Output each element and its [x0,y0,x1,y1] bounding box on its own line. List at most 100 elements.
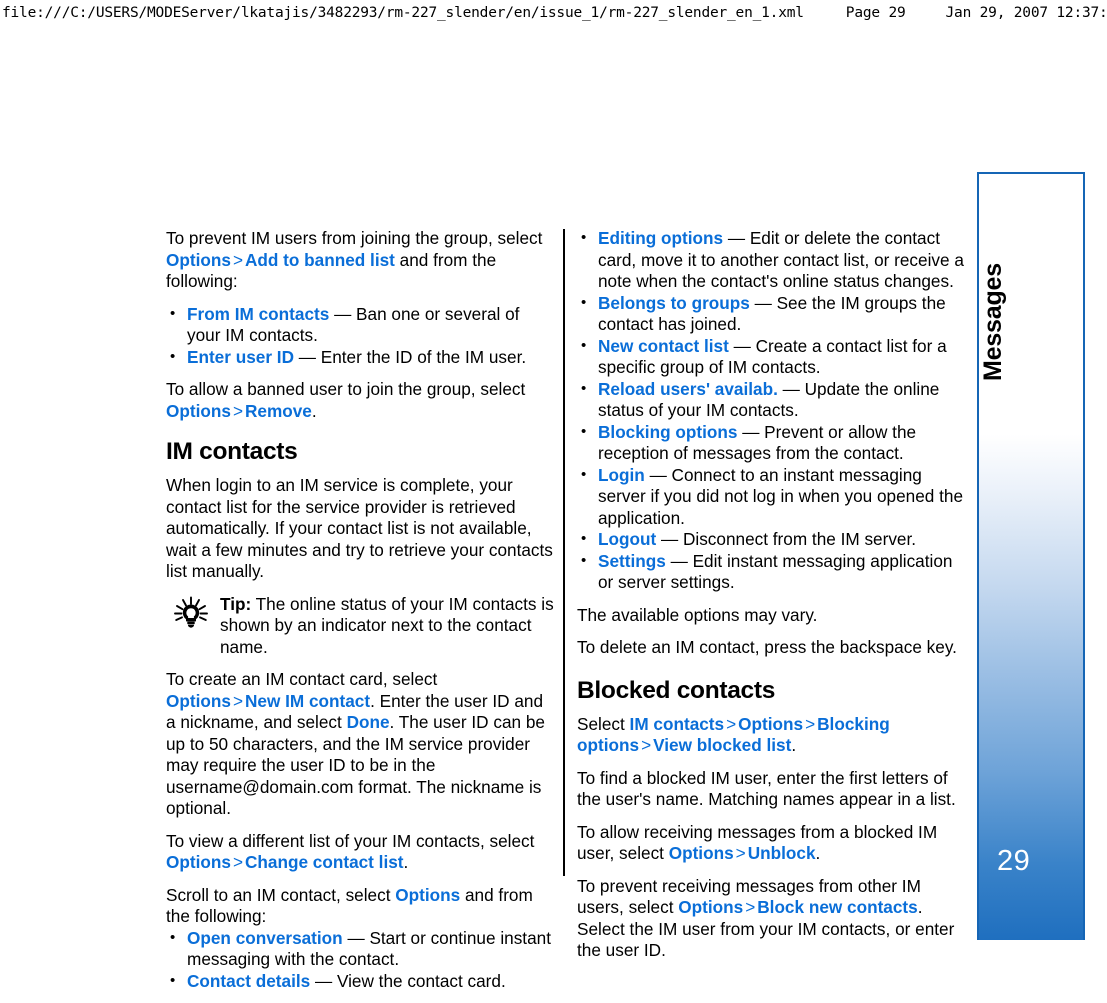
ui-label-options: Options [166,690,231,711]
list-item: Login — Connect to an instant messaging … [577,464,969,530]
tip-callout: Tip: The online status of your IM contac… [166,594,555,659]
list-item: Reload users' availab. — Update the onli… [577,378,969,422]
ui-label-contact-details: Contact details [187,970,311,991]
text-run: To prevent IM users from joining the gro… [166,228,543,248]
ui-label-new-contact-list: New contact list [598,335,729,356]
paragraph-allow-receiving: To allow receiving messages from a block… [577,822,969,865]
chapter-margin-tab: Messages 29 [977,172,1085,940]
ui-label-remove: Remove [244,400,312,421]
print-header-page: Page 29 [845,5,906,21]
tip-label: Tip: [220,593,252,614]
text-run: . [311,400,317,421]
menu-separator-icon: > [735,843,746,863]
ui-label-settings: Settings [598,550,666,571]
ui-label-options: Options [678,897,744,917]
paragraph-options-may-vary: The available options may vary. [577,604,818,625]
list-item: Settings — Edit instant messaging applic… [577,550,969,594]
text-run: To create an IM contact card, select [166,669,438,689]
paragraph-view-different-list: To view a different list of your IM cont… [166,831,555,874]
menu-separator-icon: > [232,249,243,270]
lightbulb-icon [166,594,216,659]
list-item: Open conversation — Start or continue in… [166,927,555,971]
em-dash: — [742,421,760,442]
paragraph-find-blocked-user: To find a blocked IM user, enter the fir… [577,767,956,810]
paragraph-delete-contact: To delete an IM contact, press the backs… [577,637,957,657]
paragraph-create-contact-card: To create an IM contact card, select Opt… [166,669,555,820]
list-item-description: Enter the ID of the IM user. [320,346,527,367]
ui-label-options: Options [166,400,231,421]
ui-label-open-conversation: Open conversation [187,927,343,948]
ui-label-block-new-contacts: Block new contacts [757,897,918,917]
menu-separator-icon: > [232,690,243,711]
list-item-description: View the contact card. [336,970,506,991]
ui-label-done: Done [346,712,390,732]
em-dash: — [314,970,333,991]
text-run: To allow a banned user to join the group… [166,379,526,399]
ui-label-blocking-options: Blocking options [598,421,738,442]
menu-separator-icon: > [232,400,243,421]
em-dash: — [347,927,365,948]
ui-label-login: Login [598,464,645,485]
tip-text: Tip: The online status of your IM contac… [216,594,555,659]
bullet-list-banned-options: From IM contacts — Ban one or several of… [166,303,555,369]
menu-separator-icon: > [232,852,243,872]
list-item: Belongs to groups — See the IM groups th… [577,292,969,336]
document-page: To prevent IM users from joining the gro… [0,26,1107,991]
em-dash: — [727,228,746,248]
ui-label-options: Options [668,843,734,863]
ui-label-options: Options [395,884,461,905]
bullet-list-contact-options: Open conversation — Start or continue in… [166,927,555,993]
tip-body: The online status of your IM contacts is… [220,593,554,657]
ui-label-im-contacts: IM contacts [629,713,725,734]
ui-label-add-to-banned-list: Add to banned list [244,249,395,270]
bullet-list-more-contact-options: Editing options — Edit or delete the con… [577,227,969,594]
ui-label-belongs-to-groups: Belongs to groups [598,292,750,313]
text-run: Select [577,713,630,734]
ui-label-editing-options: Editing options [598,228,724,248]
paragraph-prevent-receiving: To prevent receiving messages from other… [577,876,969,962]
print-header-bar: file:///C:/USERS/MODEServer/lkatajis/348… [0,0,1107,26]
em-dash: — [782,378,800,399]
paragraph-scroll-to-contact: Scroll to an IM contact, select Options … [166,885,555,928]
print-header-date: Jan 29, 2007 12:37:36 PM [945,5,1107,21]
em-dash: — [733,335,751,356]
heading-blocked-contacts: Blocked contacts [577,676,776,704]
list-item-description: Disconnect from the IM server. [682,529,917,549]
em-dash: — [649,464,667,485]
list-item: Contact details — View the contact card. [166,970,555,993]
ui-label-logout: Logout [598,529,657,549]
ui-label-options: Options [166,852,231,872]
text-run: . [791,735,797,755]
ui-label-unblock: Unblock [747,843,816,863]
print-header-url: file:///C:/USERS/MODEServer/lkatajis/348… [2,5,804,21]
em-dash: — [670,550,688,571]
text-run: Scroll to an IM contact, select [166,884,396,905]
menu-separator-icon: > [805,713,816,734]
column-divider [563,229,565,876]
left-text-column: To prevent IM users from joining the gro… [166,228,555,1003]
ui-label-reload-users-availab: Reload users' availab. [598,378,778,399]
list-item: New contact list — Create a contact list… [577,335,969,379]
menu-separator-icon: > [726,713,737,734]
ui-label-enter-user-id: Enter user ID [187,346,294,367]
list-item: Blocking options — Prevent or allow the … [577,421,969,465]
paragraph-allow-banned-user: To allow a banned user to join the group… [166,379,555,422]
ui-label-change-contact-list: Change contact list [244,852,404,872]
page-number: 29 [997,845,1031,877]
menu-separator-icon: > [745,897,756,917]
em-dash: — [754,292,772,313]
text-run: . [403,852,409,872]
list-item: Editing options — Edit or delete the con… [577,227,969,293]
em-dash: — [334,303,352,324]
em-dash: — [298,346,316,367]
text-run: . [815,843,821,863]
heading-im-contacts: IM contacts [166,438,298,465]
list-item: Enter user ID — Enter the ID of the IM u… [166,346,555,369]
list-item: Logout — Disconnect from the IM server. [577,528,969,551]
ui-label-new-im-contact: New IM contact [244,690,371,711]
ui-label-options: Options [738,713,804,734]
list-item: From IM contacts — Ban one or several of… [166,303,555,347]
em-dash: — [661,529,679,549]
paragraph-select-path: Select IM contacts > Options > Blocking opti… [577,714,969,757]
chapter-title-vertical: Messages [979,263,1007,381]
